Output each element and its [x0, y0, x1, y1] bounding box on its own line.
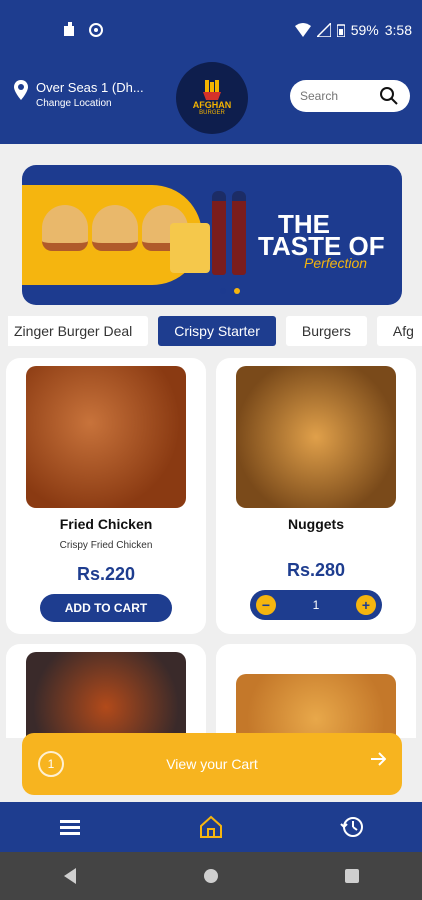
view-cart-label: View your Cart [166, 756, 258, 772]
quantity-stepper: − 1 + [250, 590, 382, 620]
battery-icon [336, 24, 345, 37]
view-cart-bar[interactable]: 1 View your Cart [22, 733, 402, 795]
home-circle-icon[interactable] [203, 868, 219, 884]
logo-text: AFGHAN [192, 100, 232, 110]
carousel-dot-active[interactable] [234, 288, 240, 294]
product-card-crispy-strips[interactable] [216, 644, 416, 738]
fried-chicken-image [26, 366, 186, 508]
drinks-image [212, 191, 246, 275]
quantity-value: 1 [312, 598, 320, 612]
menu-icon[interactable] [50, 807, 90, 847]
system-navigation-bar [0, 852, 422, 900]
home-icon[interactable] [191, 807, 231, 847]
category-chip-crispy-starter[interactable]: Crispy Starter [158, 316, 276, 346]
change-location-link[interactable]: Change Location [36, 98, 144, 109]
status-bar: 59% 3:58 [0, 0, 422, 62]
logo-subtext: BURGER [199, 110, 225, 116]
decrease-quantity-button[interactable]: − [256, 595, 276, 615]
add-to-cart-button[interactable]: ADD TO CART [40, 594, 172, 622]
battery-percent: 59% [350, 22, 379, 38]
promo-banner[interactable]: THE TASTE OF Perfection [22, 165, 402, 305]
bottom-navigation [0, 802, 422, 852]
nuggets-image [236, 366, 396, 508]
carousel-dots [220, 288, 240, 294]
clock: 3:58 [384, 22, 412, 38]
arrow-right-icon [371, 752, 386, 766]
header: Over Seas 1 (Dh... Change Location AFGHA… [0, 62, 422, 144]
banner-title-line3: Perfection [304, 255, 368, 271]
product-card-fried-chicken[interactable]: Fried Chicken Crispy Fried Chicken Rs.22… [6, 358, 206, 634]
brand-logo: AFGHAN BURGER [176, 62, 248, 134]
increase-quantity-button[interactable]: + [356, 595, 376, 615]
location-selector[interactable]: Over Seas 1 (Dh... Change Location [14, 80, 144, 109]
search-icon[interactable] [380, 87, 398, 105]
location-name: Over Seas 1 (Dh... [36, 80, 144, 95]
category-tabs: Zinger Burger Deal Crispy Starter Burger… [8, 316, 422, 350]
product-name: Fried Chicken [59, 516, 153, 532]
product-card-nuggets[interactable]: Nuggets Rs.280 − 1 + [216, 358, 416, 634]
product-grid: Fried Chicken Crispy Fried Chicken Rs.22… [6, 358, 416, 738]
burgers-image [42, 205, 188, 251]
category-chip-zinger-burger-deal[interactable]: Zinger Burger Deal [8, 316, 149, 346]
product-price: Rs.280 [286, 560, 346, 580]
product-card-wings[interactable] [6, 644, 206, 738]
fries-logo-icon [203, 80, 221, 100]
search-input[interactable] [300, 89, 380, 103]
puzzle-icon [64, 22, 74, 36]
wifi-icon [294, 23, 311, 37]
fries-image [170, 223, 210, 273]
category-chip-burgers[interactable]: Burgers [285, 316, 367, 346]
data-saver-icon [89, 23, 103, 37]
category-chip-afg[interactable]: Afg [376, 316, 422, 346]
history-icon[interactable] [332, 807, 372, 847]
carousel-dot[interactable] [220, 288, 226, 294]
search-box[interactable] [290, 80, 410, 112]
product-description: Crispy Fried Chicken [59, 540, 153, 551]
location-pin-icon [14, 80, 28, 100]
product-name: Nuggets [288, 516, 344, 532]
crispy-strips-image [236, 674, 396, 738]
cell-signal-icon [316, 23, 331, 37]
recents-icon[interactable] [344, 868, 360, 884]
product-price: Rs.220 [76, 564, 136, 584]
chicken-wings-image [26, 652, 186, 738]
back-icon[interactable] [62, 868, 78, 884]
